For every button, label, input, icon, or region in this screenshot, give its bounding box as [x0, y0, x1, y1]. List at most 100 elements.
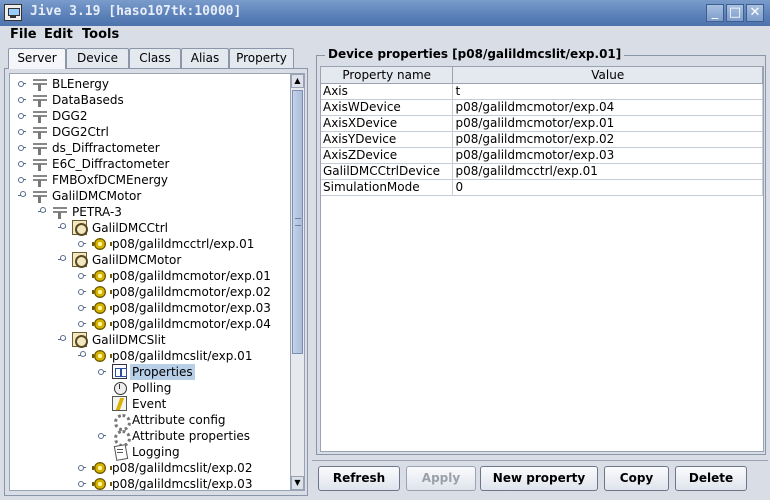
property-name-cell[interactable]: AxisXDevice [321, 115, 454, 132]
property-name-cell[interactable]: AxisWDevice [321, 99, 454, 116]
delete-button[interactable]: Delete [675, 466, 747, 491]
expand-handle-icon[interactable] [18, 112, 27, 120]
expand-handle-icon[interactable] [18, 144, 27, 152]
tree-node-attribute-config[interactable]: Attribute config [10, 412, 280, 431]
left-panel: Server Device Class Alias Property BLEne… [4, 48, 308, 496]
tree-node-event[interactable]: Event [10, 396, 280, 412]
table-row[interactable]: AxisXDevice p08/galildmcmotor/exp.01 [321, 115, 763, 132]
polling-clock-icon [112, 380, 128, 396]
property-value-cell[interactable]: t [452, 83, 763, 100]
collapse-handle-icon[interactable] [58, 335, 67, 344]
tree-node-class[interactable]: GalilDMCMotor [10, 252, 280, 268]
tab-server[interactable]: Server [8, 48, 66, 69]
property-value-cell[interactable]: p08/galildmcctrl/exp.01 [452, 163, 763, 180]
tree-node-server[interactable]: FMBOxfDCMEnergy [10, 172, 280, 188]
expand-handle-icon[interactable] [98, 368, 107, 376]
expand-handle-icon[interactable] [78, 464, 87, 472]
table-row[interactable]: AxisYDevice p08/galildmcmotor/exp.02 [321, 131, 763, 148]
tree-node-device[interactable]: p08/galildmcmotor/exp.03 [10, 300, 280, 316]
expand-handle-icon[interactable] [18, 96, 27, 104]
tab-alias[interactable]: Alias [181, 48, 229, 68]
tree-node-label: DataBaseds [52, 93, 124, 107]
device-icon [92, 236, 112, 252]
expand-handle-icon[interactable] [18, 160, 27, 168]
tree-node-instance[interactable]: PETRA-3 [10, 204, 280, 220]
tree-node-label: GalilDMCMotor [52, 189, 142, 203]
tree-node-server[interactable]: BLEnergy [10, 76, 280, 92]
table-row[interactable]: AxisZDevice p08/galildmcmotor/exp.03 [321, 147, 763, 164]
property-name-cell[interactable]: AxisZDevice [321, 147, 454, 164]
tree-node-device[interactable]: p08/galildmcslit/exp.01 [10, 348, 280, 364]
jive-app-icon[interactable] [4, 4, 22, 21]
scroll-down-arrow-icon[interactable]: ▼ [291, 476, 304, 490]
tree-node-server[interactable]: DGG2 [10, 108, 280, 124]
tree-node-server[interactable]: GalilDMCMotor [10, 188, 280, 204]
tab-device[interactable]: Device [66, 48, 129, 68]
tree-scrollbar[interactable]: ▲ ▼ [291, 73, 305, 491]
refresh-button[interactable]: Refresh [318, 466, 400, 491]
collapse-handle-icon[interactable] [78, 351, 87, 360]
minimize-button[interactable]: _ [706, 4, 724, 22]
expand-handle-icon[interactable] [78, 240, 87, 248]
table-row[interactable]: AxisWDevice p08/galildmcmotor/exp.04 [321, 99, 763, 116]
tab-class[interactable]: Class [129, 48, 181, 68]
close-button[interactable]: ✕ [746, 4, 764, 22]
table-row[interactable]: Axis t [321, 83, 763, 100]
tree-node-label: p08/galildmcmotor/exp.01 [112, 269, 271, 283]
tree-node-device[interactable]: p08/galildmcmotor/exp.01 [10, 268, 280, 284]
property-value-cell[interactable]: 0 [452, 179, 763, 196]
property-name-cell[interactable]: Axis [321, 83, 454, 100]
apply-button[interactable]: Apply [406, 466, 476, 491]
collapse-handle-icon[interactable] [58, 255, 67, 264]
expand-handle-icon[interactable] [18, 128, 27, 136]
expand-handle-icon[interactable] [78, 320, 87, 328]
server-tree[interactable]: BLEnergy DataBaseds DGG2 DGG2Ctrl ds_Dif [9, 73, 291, 491]
expand-handle-icon[interactable] [78, 288, 87, 296]
column-header-property-name[interactable]: Property name [321, 67, 454, 84]
expand-handle-icon[interactable] [18, 176, 27, 184]
scroll-thumb[interactable] [292, 90, 303, 354]
table-row[interactable]: GalilDMCCtrlDevice p08/galildmcctrl/exp.0… [321, 163, 763, 180]
property-value-cell[interactable]: p08/galildmcmotor/exp.04 [452, 99, 763, 116]
tree-node-polling[interactable]: Polling [10, 380, 280, 396]
menu-tools[interactable]: Tools [82, 27, 119, 42]
collapse-handle-icon[interactable] [38, 207, 47, 216]
tree-node-label: GalilDMCMotor [92, 253, 182, 267]
tree-node-device[interactable]: p08/galildmcmotor/exp.02 [10, 284, 280, 300]
scroll-up-arrow-icon[interactable]: ▲ [291, 74, 304, 88]
menu-edit[interactable]: Edit [44, 27, 73, 42]
menu-file[interactable]: File [10, 27, 37, 42]
property-name-cell[interactable]: GalilDMCCtrlDevice [321, 163, 454, 180]
tree-node-server[interactable]: E6C_Diffractometer [10, 156, 280, 172]
new-property-button[interactable]: New property [480, 466, 598, 491]
tree-node-attribute-properties[interactable]: Attribute properties [10, 428, 280, 447]
property-name-cell[interactable]: SimulationMode [321, 179, 454, 196]
tree-node-class[interactable]: GalilDMCSlit [10, 332, 280, 348]
copy-button[interactable]: Copy [604, 466, 669, 491]
property-name-cell[interactable]: AxisYDevice [321, 131, 454, 148]
tree-node-logging[interactable]: Logging [10, 444, 280, 460]
tree-node-class[interactable]: GalilDMCCtrl [10, 220, 280, 236]
tree-node-device[interactable]: p08/galildmcslit/exp.02 [10, 460, 280, 476]
expand-handle-icon[interactable] [78, 304, 87, 312]
tree-node-device[interactable]: p08/galildmcmotor/exp.04 [10, 316, 280, 332]
tree-node-device[interactable]: p08/galildmcslit/exp.03 [10, 476, 280, 490]
property-value-cell[interactable]: p08/galildmcmotor/exp.01 [452, 115, 763, 132]
collapse-handle-icon[interactable] [58, 223, 67, 232]
tree-node-device[interactable]: p08/galildmcctrl/exp.01 [10, 236, 280, 252]
tree-node-server[interactable]: ds_Diffractometer [10, 140, 280, 156]
expand-handle-icon[interactable] [78, 272, 87, 280]
tab-property[interactable]: Property [229, 48, 294, 68]
maximize-button[interactable]: □ [726, 4, 744, 22]
expand-handle-icon[interactable] [18, 80, 27, 88]
property-value-cell[interactable]: p08/galildmcmotor/exp.03 [452, 147, 763, 164]
collapse-handle-icon[interactable] [18, 191, 27, 200]
tree-node-server[interactable]: DGG2Ctrl [10, 124, 280, 140]
table-row[interactable]: SimulationMode 0 [321, 179, 763, 196]
expand-handle-icon[interactable] [78, 480, 87, 488]
tree-node-properties[interactable]: Properties [10, 364, 280, 380]
property-value-cell[interactable]: p08/galildmcmotor/exp.02 [452, 131, 763, 148]
tree-node-server[interactable]: DataBaseds [10, 92, 280, 108]
column-header-value[interactable]: Value [452, 67, 763, 84]
expand-handle-icon[interactable] [98, 432, 107, 440]
